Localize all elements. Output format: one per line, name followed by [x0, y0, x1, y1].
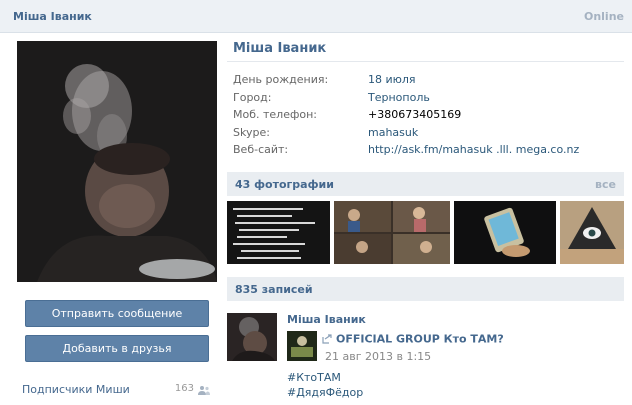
hashtag-link[interactable]: #ДядяФёдор: [287, 386, 363, 399]
photo-thumb-image: [334, 201, 450, 264]
hashtag-link[interactable]: #КтоТАМ: [287, 371, 341, 384]
header-name[interactable]: Міша Іваник: [13, 10, 92, 23]
photo-thumb-image: [227, 201, 330, 264]
info-row-birthday: День рождения: 18 июля: [233, 73, 623, 91]
profile-photo[interactable]: [17, 41, 217, 282]
subscribers-link[interactable]: Подписчики Миши 163: [22, 383, 210, 399]
add-friend-button[interactable]: Добавить в друзья: [25, 335, 209, 362]
info-value-website[interactable]: http://ask.fm/mahasuk .lll. mega.co.nz: [368, 143, 579, 156]
photos-title[interactable]: 43 фотографии: [235, 178, 334, 191]
info-label: Веб-сайт:: [233, 143, 289, 156]
photo-thumb[interactable]: [454, 201, 556, 264]
post-date[interactable]: 21 авг 2013 в 1:15: [325, 350, 431, 363]
post-author-avatar-image: [227, 313, 277, 361]
send-message-button[interactable]: Отправить сообщение: [25, 300, 209, 327]
subscribers-label[interactable]: Подписчики Миши: [22, 383, 130, 396]
info-label: Моб. телефон:: [233, 108, 318, 121]
photos-all-link[interactable]: все: [595, 178, 616, 191]
post-author-name[interactable]: Міша Іваник: [287, 313, 366, 326]
photo-thumb[interactable]: [334, 201, 450, 264]
repost-group-name[interactable]: OFFICIAL GROUP Кто ТАМ?: [336, 333, 504, 346]
posts-title[interactable]: 835 записей: [235, 283, 313, 296]
people-icon: [198, 386, 210, 395]
repost-source[interactable]: OFFICIAL GROUP Кто ТАМ?: [322, 332, 504, 346]
info-row-city: Город: Тернополь: [233, 91, 623, 109]
info-value-phone: +380673405169: [368, 108, 462, 121]
info-label: День рождения:: [233, 73, 329, 86]
repost-group-avatar[interactable]: [287, 331, 317, 361]
repost-arrow-icon: [322, 334, 332, 344]
post-author-avatar[interactable]: [227, 313, 277, 361]
info-label: Город:: [233, 90, 272, 104]
name-divider: [227, 61, 624, 62]
subscribers-count: 163: [174, 383, 194, 394]
info-row-website: Веб-сайт: http://ask.fm/mahasuk .lll. me…: [233, 143, 623, 161]
profile-name: Міша Іваник: [233, 41, 327, 56]
photo-thumb-image: [454, 201, 556, 264]
info-row-phone: Моб. телефон: +380673405169: [233, 108, 623, 126]
online-status: Online: [583, 10, 624, 23]
info-row-skype: Skype: mahasuk: [233, 126, 623, 144]
repost-group-avatar-image: [287, 331, 317, 361]
info-label: Skype:: [233, 125, 270, 139]
profile-photo-image: [17, 41, 217, 282]
photos-section-header[interactable]: 43 фотографии все: [227, 172, 624, 196]
photo-thumb-image: [560, 201, 624, 264]
page-header: Міша Іваник Online: [0, 0, 632, 33]
info-value-skype[interactable]: mahasuk: [368, 126, 418, 139]
photo-thumb[interactable]: [227, 201, 330, 264]
photo-thumb[interactable]: [560, 201, 624, 264]
info-value-birthday[interactable]: 18 июля: [368, 73, 416, 86]
info-value-city[interactable]: Тернополь: [368, 91, 430, 104]
posts-section-header[interactable]: 835 записей: [227, 277, 624, 301]
profile-info: День рождения: 18 июля Город: Тернополь …: [233, 73, 623, 161]
